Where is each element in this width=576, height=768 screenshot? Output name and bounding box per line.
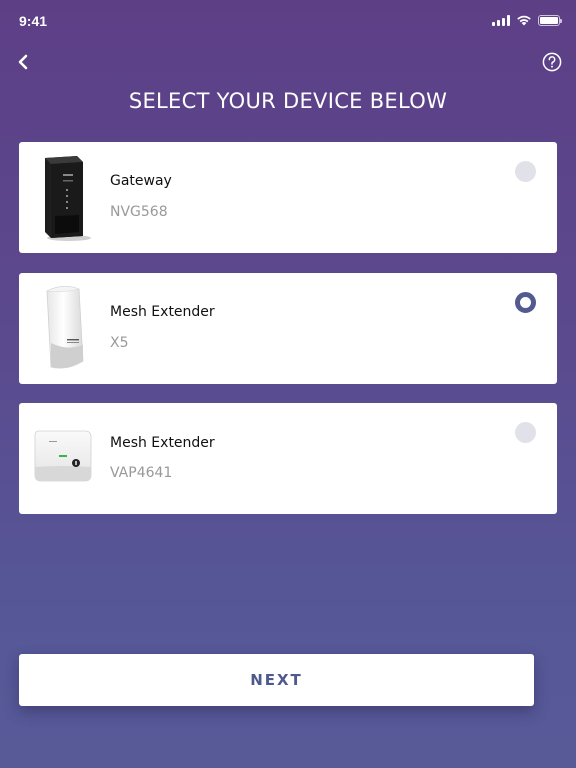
wifi-icon [517,15,531,26]
page-title: SELECT YOUR DEVICE BELOW [128,89,448,113]
next-button[interactable]: NEXT [19,654,534,706]
device-name: Mesh Extender [110,304,215,320]
device-name: Mesh Extender [110,435,215,451]
back-button[interactable] [14,52,34,72]
battery-icon [538,14,562,26]
status-bar: 9:41 [0,0,576,44]
gateway-image [33,152,103,243]
device-card-mesh-extender-vap4641[interactable]: Mesh Extender VAP4641 [19,403,557,514]
device-card-gateway[interactable]: Gateway NVG568 [19,142,557,253]
status-time: 9:41 [19,13,48,29]
device-model: VAP4641 [110,465,173,481]
device-model: X5 [110,335,129,351]
mesh-extender-wall-image [31,425,95,489]
device-name: Gateway [110,173,172,189]
status-icons [492,14,562,26]
mesh-extender-tower-image [33,283,103,374]
chevron-left-icon [18,54,28,70]
question-circle-icon [542,52,562,72]
cellular-signal-icon [492,14,510,26]
radio-button-selected[interactable] [515,292,536,313]
device-card-mesh-extender-x5[interactable]: Mesh Extender X5 [19,273,557,384]
radio-button[interactable] [515,161,536,182]
help-button[interactable] [542,52,562,72]
radio-button[interactable] [515,422,536,443]
device-model: NVG568 [110,204,168,220]
